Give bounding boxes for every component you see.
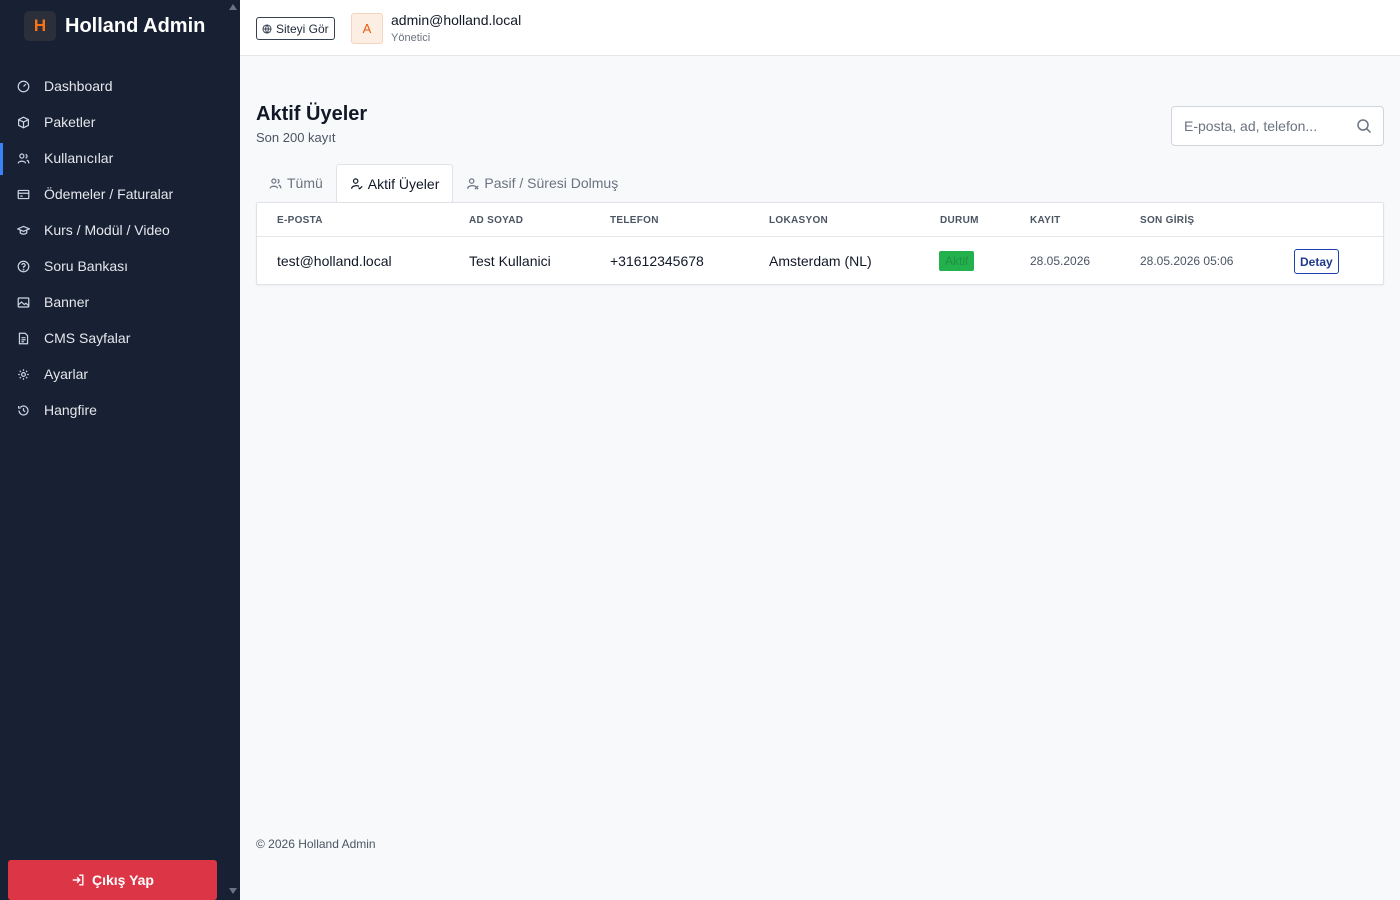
tab-label: Tümü [287,175,323,191]
gear-icon [17,368,30,381]
sidebar-item-label: CMS Sayfalar [44,330,131,346]
users-icon [17,152,30,165]
sidebar-item-label: Soru Bankası [44,258,129,274]
sidebar-item-label: Banner [44,294,90,310]
user-x-icon [467,177,479,190]
brand[interactable]: H Holland Admin [24,11,205,41]
page-title: Aktif Üyeler [256,103,368,125]
logout-button[interactable]: Çıkış Yap [8,860,217,900]
search-icon[interactable] [1356,118,1372,134]
user-check-icon [350,178,363,190]
view-site-button[interactable]: Siteyi Gör [256,17,335,40]
sidebar-nav: Dashboard Paketler Kullanıcılar Ödemeler… [0,68,240,428]
column-header-registered[interactable]: KAYIT [1030,215,1061,226]
sidebar-item-kullanicilar[interactable]: Kullanıcılar [0,140,240,176]
table-row: test@holland.local Test Kullanici +31612… [257,237,1383,285]
sidebar-item-banner[interactable]: Banner [0,284,240,320]
question-icon [17,260,30,273]
search-box [1171,106,1384,146]
globe-icon [262,23,272,34]
tab-label: Aktif Üyeler [367,175,440,192]
table-header: E-POSTA AD SOYAD TELEFON LOKASYON DURUM … [257,203,1383,237]
box-icon [17,116,30,129]
column-header-location[interactable]: LOKASYON [769,215,828,226]
status-badge: Aktif [939,251,975,271]
cell-registered: 28.05.2026 [1030,254,1091,268]
sidebar-item-label: Kullanıcılar [44,150,114,166]
brand-name: Holland Admin [65,14,206,37]
users-icon [269,177,282,189]
sidebar-item-ayarlar[interactable]: Ayarlar [0,356,240,392]
detail-button[interactable]: Detay [1294,249,1339,274]
scroll-up-arrow-icon[interactable] [229,4,237,10]
cell-location: Amsterdam (NL) [769,253,872,269]
sidebar-item-odemeler[interactable]: Ödemeler / Faturalar [0,176,240,212]
sidebar: H Holland Admin Dashboard Paketler Kulla… [0,0,240,900]
sidebar-item-label: Paketler [44,114,96,130]
tab-active-members[interactable]: Aktif Üyeler [335,164,454,202]
sidebar-item-label: Ödemeler / Faturalar [44,186,174,202]
user-email: admin@holland.local [391,12,522,28]
user-role: Yönetici [391,32,431,44]
brand-logo: H [24,11,56,41]
cell-email: test@holland.local [277,253,392,269]
view-site-label: Siteyi Gör [276,21,329,36]
logout-label: Çıkış Yap [91,872,154,888]
sidebar-item-label: Ayarlar [44,366,89,382]
footer-copyright: © 2026 Holland Admin [256,837,376,851]
sidebar-item-label: Dashboard [44,78,113,94]
sidebar-item-hangfire[interactable]: Hangfire [0,392,240,428]
cell-phone: +31612345678 [610,253,704,269]
page-subtitle: Son 200 kayıt [256,130,336,145]
tab-passive-expired[interactable]: Pasif / Süresi Dolmuş [453,164,631,202]
cell-name: Test Kullanici [469,253,551,269]
sidebar-item-cms[interactable]: CMS Sayfalar [0,320,240,356]
search-input[interactable] [1172,107,1352,145]
column-header-name[interactable]: AD SOYAD [469,215,523,226]
sidebar-item-paketler[interactable]: Paketler [0,104,240,140]
history-icon [17,404,30,417]
column-header-status[interactable]: DURUM [940,215,979,226]
cell-last-login: 28.05.2026 05:06 [1140,254,1234,268]
sidebar-item-label: Kurs / Modül / Video [44,222,170,238]
avatar[interactable]: A [351,13,383,44]
sidebar-item-label: Hangfire [44,402,97,418]
column-header-last-login[interactable]: SON GİRİŞ [1140,215,1194,226]
card-icon [17,188,30,201]
gauge-icon [17,80,30,93]
members-table: E-POSTA AD SOYAD TELEFON LOKASYON DURUM … [256,202,1384,285]
column-header-email[interactable]: E-POSTA [277,215,323,226]
sidebar-item-kurs[interactable]: Kurs / Modül / Video [0,212,240,248]
graduation-cap-icon [17,224,30,237]
document-icon [17,332,30,345]
image-icon [17,296,30,309]
scroll-down-arrow-icon[interactable] [229,888,237,894]
topbar: Siteyi Gör A admin@holland.local Yönetic… [240,0,1400,56]
filter-tabs: Tümü Aktif Üyeler Pasif / Süresi Dolmuş [256,164,631,202]
sidebar-item-dashboard[interactable]: Dashboard [0,68,240,104]
logout-icon [72,874,84,886]
column-header-phone[interactable]: TELEFON [610,215,659,226]
sidebar-item-soru-bankasi[interactable]: Soru Bankası [0,248,240,284]
tab-all[interactable]: Tümü [256,164,336,202]
tab-label: Pasif / Süresi Dolmuş [484,175,619,191]
